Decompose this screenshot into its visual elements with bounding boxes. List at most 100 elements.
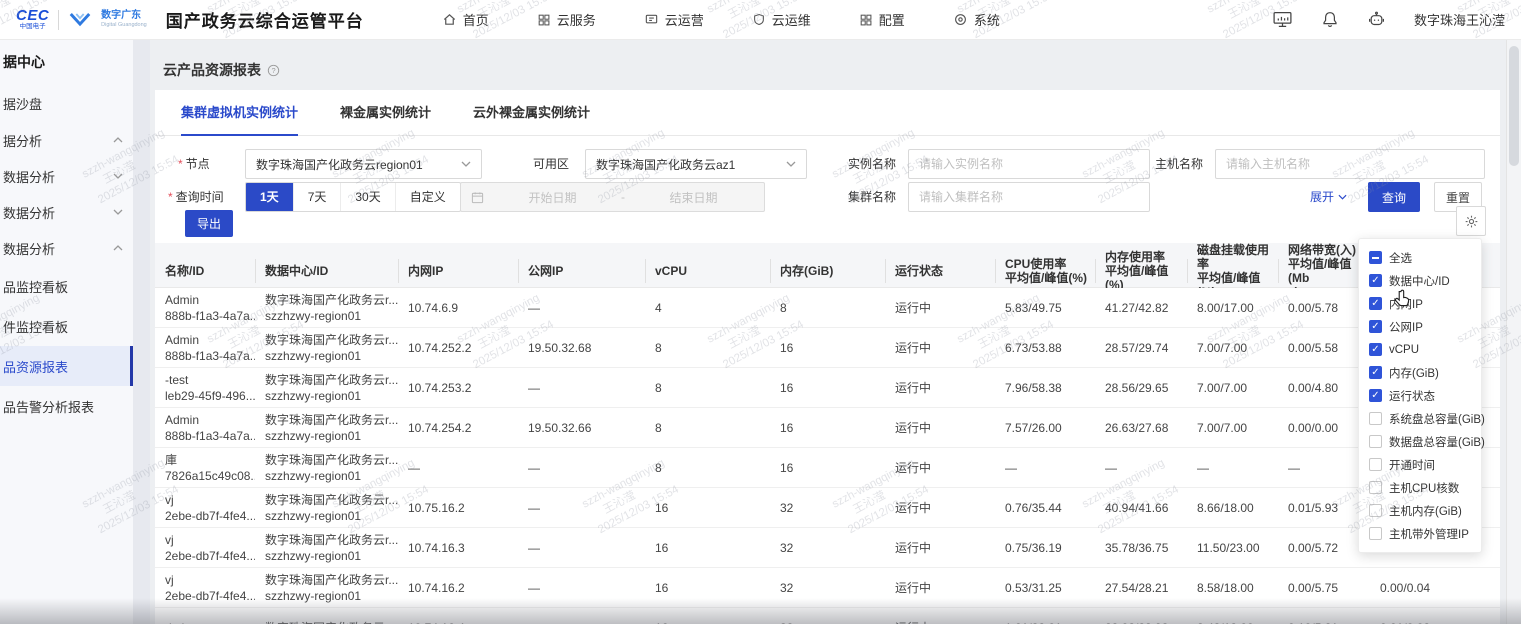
nav-item-1[interactable]: 云服务 [537, 10, 596, 29]
panel-item-2[interactable]: ✓内网IP [1369, 292, 1477, 315]
instance-name: vj [165, 492, 255, 508]
panel-item-7[interactable]: 系统盘总容量(GiB) [1369, 407, 1477, 430]
checkbox-checked-icon[interactable]: ✓ [1369, 320, 1382, 333]
checkbox-indeterminate-icon[interactable] [1369, 251, 1382, 264]
cell-cpu: 6.73/53.88 [995, 341, 1095, 355]
panel-item-5[interactable]: ✓内存(GiB) [1369, 361, 1477, 384]
tab-1[interactable]: 裸金属实例统计 [340, 90, 431, 136]
cell-mem_usage: 35.78/36.75 [1095, 541, 1187, 555]
digital-guangdong-icon [68, 11, 92, 28]
search-button[interactable]: 查询 [1368, 182, 1420, 212]
cell-status: 运行中 [885, 419, 995, 436]
sidebar-item-5[interactable]: 数据分析 [0, 230, 133, 266]
checkbox-unchecked-icon[interactable] [1369, 412, 1382, 425]
cluster-name-input[interactable] [908, 182, 1150, 212]
panel-item-11[interactable]: 主机内存(GiB) [1369, 499, 1477, 522]
panel-item-12[interactable]: 主机带外管理IP [1369, 522, 1477, 545]
sidebar-item-9[interactable]: 品告警分析报表 [0, 386, 133, 426]
sidebar-item-2[interactable]: 据分析 [0, 122, 133, 158]
time-option-1[interactable]: 7天 [293, 183, 341, 211]
panel-item-9[interactable]: 开通时间 [1369, 453, 1477, 476]
cell-datacenter-id: 数字珠海国产化政务云r...szzhzwy-region01 [255, 492, 398, 524]
scrollbar-thumb[interactable] [1509, 46, 1519, 166]
checkbox-checked-icon[interactable]: ✓ [1369, 389, 1382, 402]
column-settings-button[interactable] [1456, 206, 1486, 236]
table-body: Admin888b-f1a3-4a7a...数字珠海国产化政务云r...szzh… [155, 288, 1500, 624]
expand-link[interactable]: 展开 [1310, 182, 1347, 212]
host-name-input[interactable] [1215, 149, 1485, 179]
screen-monitor-icon[interactable] [1272, 10, 1293, 29]
table-row: Admin888b-f1a3-4a7a...数字珠海国产化政务云r...szzh… [155, 328, 1500, 368]
nav-item-5[interactable]: 系统 [953, 10, 1000, 29]
cell-datacenter-id: 数字珠海国产化政务云r...szzhzwy-region01 [255, 452, 398, 484]
date-separator: - [621, 190, 625, 204]
panel-item-4[interactable]: ✓vCPU [1369, 338, 1477, 361]
checkbox-checked-icon[interactable]: ✓ [1369, 274, 1382, 287]
az-select-value: 数字珠海国产化政务云az1 [596, 156, 735, 173]
cell-mem: 32 [770, 621, 885, 624]
cell-mem: 8 [770, 301, 885, 315]
app-root: CEC 中国电子 数字广东 Digital Guangdong 国产政务云综合运… [0, 0, 1521, 624]
sidebar-item-8[interactable]: 品资源报表 [0, 346, 133, 386]
sidebar-item-7[interactable]: 件监控看板 [0, 306, 133, 346]
header-cell-1: 数据中心/ID [255, 264, 398, 278]
checkbox-unchecked-icon[interactable] [1369, 435, 1382, 448]
chevron-down-icon [1338, 194, 1347, 200]
cell-public_ip: — [518, 461, 645, 475]
panel-item-8[interactable]: 数据盘总容量(GiB) [1369, 430, 1477, 453]
robot-icon[interactable] [1367, 10, 1386, 29]
sidebar-item-6[interactable]: 品监控看板 [0, 266, 133, 306]
sidebar-item-4[interactable]: 数据分析 [0, 194, 133, 230]
cell-mem_usage: 40.94/41.66 [1095, 501, 1187, 515]
header-cell-2: 内网IP [398, 264, 518, 278]
datacenter-id: szzhzwy-region01 [265, 388, 398, 404]
app-title: 国产政务云综合运管平台 [166, 7, 364, 32]
cell-mem: 16 [770, 341, 885, 355]
table-row: dmin数字珠海国产化政务云r...10.74.16.4—1632运行中1.01… [155, 608, 1500, 624]
panel-item-0[interactable]: 全选 [1369, 246, 1477, 269]
nav-item-2[interactable]: 云运营 [644, 10, 704, 29]
time-option-0[interactable]: 1天 [246, 183, 293, 211]
cell-disk: 7.00/7.00 [1187, 381, 1278, 395]
tab-0[interactable]: 集群虚拟机实例统计 [181, 90, 298, 136]
instance-name-input[interactable] [908, 149, 1150, 179]
checkbox-checked-icon[interactable]: ✓ [1369, 297, 1382, 310]
time-option-3[interactable]: 自定义 [395, 183, 460, 211]
sidebar-item-1[interactable]: 据沙盘 [0, 84, 133, 122]
checkbox-checked-icon[interactable]: ✓ [1369, 366, 1382, 379]
az-select[interactable]: 数字珠海国产化政务云az1 [585, 149, 807, 179]
node-select[interactable]: 数字珠海国产化政务云region01 [245, 149, 482, 179]
user-name[interactable]: 数字珠海王沁滢 [1414, 10, 1505, 29]
nav-item-0[interactable]: 首页 [442, 10, 489, 29]
nav-item-3[interactable]: 云运维 [752, 10, 811, 29]
tab-2[interactable]: 云外裸金属实例统计 [473, 90, 590, 136]
required-mark: * [178, 157, 183, 171]
digital-guangdong-logo: 数字广东 Digital Guangdong [101, 11, 147, 29]
header-cell-0: 名称/ID [165, 264, 255, 278]
panel-item-3[interactable]: ✓公网IP [1369, 315, 1477, 338]
cell-private_ip: 10.74.252.2 [398, 341, 518, 355]
page-scrollbar[interactable] [1506, 40, 1521, 624]
tabs: 集群虚拟机实例统计裸金属实例统计云外裸金属实例统计 [155, 90, 1500, 136]
panel-item-6[interactable]: ✓运行状态 [1369, 384, 1477, 407]
cell-private_ip: 10.74.16.3 [398, 541, 518, 555]
checkbox-unchecked-icon[interactable] [1369, 481, 1382, 494]
cell-vcpu: 16 [645, 501, 770, 515]
checkbox-unchecked-icon[interactable] [1369, 458, 1382, 471]
help-icon[interactable]: ? [267, 64, 280, 77]
time-option-2[interactable]: 30天 [340, 183, 394, 211]
cell-datacenter-id: 数字珠海国产化政务云r...szzhzwy-region01 [255, 532, 398, 564]
cell-mem: 32 [770, 501, 885, 515]
checkbox-unchecked-icon[interactable] [1369, 504, 1382, 517]
checkbox-checked-icon[interactable]: ✓ [1369, 343, 1382, 356]
cell-datacenter-id: 数字珠海国产化政务云r...szzhzwy-region01 [255, 372, 398, 404]
sidebar-item-3[interactable]: 数据分析 [0, 158, 133, 194]
monitor-card-icon [644, 12, 659, 27]
nav-item-4[interactable]: 配置 [859, 10, 905, 29]
panel-item-1[interactable]: ✓数据中心/ID [1369, 269, 1477, 292]
date-range-picker[interactable]: 开始日期 - 结束日期 [460, 182, 765, 212]
export-button[interactable]: 导出 [185, 210, 233, 237]
panel-item-10[interactable]: 主机CPU核数 [1369, 476, 1477, 499]
checkbox-unchecked-icon[interactable] [1369, 527, 1382, 540]
bell-icon[interactable] [1321, 10, 1339, 29]
